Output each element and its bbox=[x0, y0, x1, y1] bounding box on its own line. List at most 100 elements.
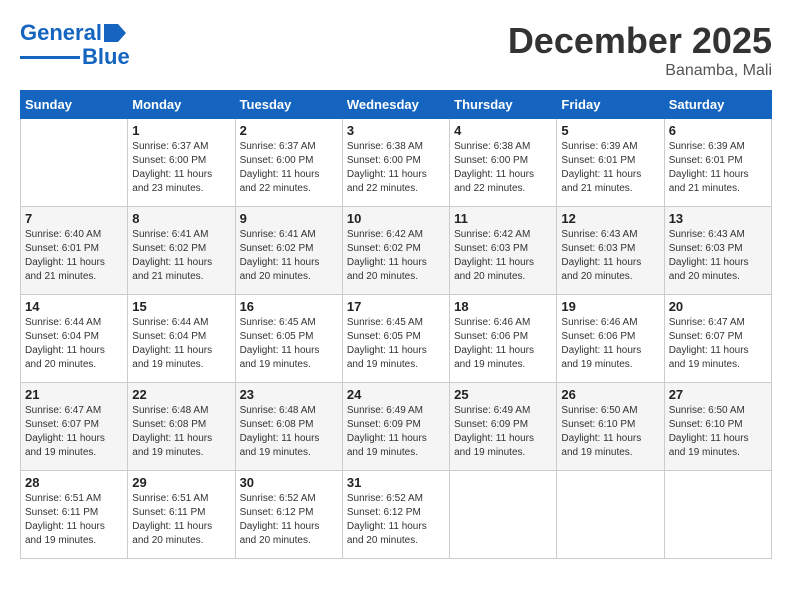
day-number: 14 bbox=[25, 299, 123, 314]
calendar-cell bbox=[557, 471, 664, 559]
calendar-cell: 26 Sunrise: 6:50 AMSunset: 6:10 PMDayligh… bbox=[557, 383, 664, 471]
calendar-cell: 24Sunrise: 6:49 AMSunset: 6:09 PMDayligh… bbox=[342, 383, 449, 471]
header-monday: Monday bbox=[128, 91, 235, 119]
day-number: 10 bbox=[347, 211, 445, 226]
day-number: 27 bbox=[669, 387, 767, 402]
day-number: 17 bbox=[347, 299, 445, 314]
calendar-week-row: 7Sunrise: 6:40 AMSunset: 6:01 PMDaylight… bbox=[21, 207, 772, 295]
day-number: 6 bbox=[669, 123, 767, 138]
calendar-header-row: Sunday Monday Tuesday Wednesday Thursday… bbox=[21, 91, 772, 119]
logo-bird-icon bbox=[104, 24, 126, 42]
calendar-table: Sunday Monday Tuesday Wednesday Thursday… bbox=[20, 90, 772, 559]
day-info: Sunrise: 6:52 AMSunset: 6:12 PMDaylight:… bbox=[240, 492, 338, 548]
day-info: Sunrise: 6:39 AMSunset: 6:01 PMDaylight:… bbox=[561, 140, 659, 196]
header-tuesday: Tuesday bbox=[235, 91, 342, 119]
day-number: 31 bbox=[347, 475, 445, 490]
logo-general: General bbox=[20, 20, 102, 45]
day-info: Sunrise: 6:51 AMSunset: 6:11 PMDaylight:… bbox=[25, 492, 123, 548]
calendar-cell: 25Sunrise: 6:49 AMSunset: 6:09 PMDayligh… bbox=[450, 383, 557, 471]
calendar-cell: 1 Sunrise: 6:37 AMSunset: 6:00 PMDaylight… bbox=[128, 119, 235, 207]
calendar-cell: 20Sunrise: 6:47 AMSunset: 6:07 PMDayligh… bbox=[664, 295, 771, 383]
day-number: 15 bbox=[132, 299, 230, 314]
header-thursday: Thursday bbox=[450, 91, 557, 119]
calendar-cell: 5Sunrise: 6:39 AMSunset: 6:01 PMDaylight… bbox=[557, 119, 664, 207]
calendar-week-row: 28 Sunrise: 6:51 AMSunset: 6:11 PMDayligh… bbox=[21, 471, 772, 559]
day-info: Sunrise: 6:45 AMSunset: 6:05 PMDaylight:… bbox=[347, 316, 445, 372]
calendar-cell bbox=[21, 119, 128, 207]
calendar-cell: 12Sunrise: 6:43 AMSunset: 6:03 PMDayligh… bbox=[557, 207, 664, 295]
day-number: 1 bbox=[132, 123, 230, 138]
day-info: Sunrise: 6:51 AMSunset: 6:11 PMDaylight:… bbox=[132, 492, 230, 548]
day-info: Sunrise: 6:48 AMSunset: 6:08 PMDaylight:… bbox=[240, 404, 338, 460]
day-info: Sunrise: 6:47 AMSunset: 6:07 PMDaylight:… bbox=[669, 316, 767, 372]
day-number: 13 bbox=[669, 211, 767, 226]
day-number: 11 bbox=[454, 211, 552, 226]
calendar-cell: 7Sunrise: 6:40 AMSunset: 6:01 PMDaylight… bbox=[21, 207, 128, 295]
calendar-cell: 17 Sunrise: 6:45 AMSunset: 6:05 PMDayligh… bbox=[342, 295, 449, 383]
calendar-cell: 30 Sunrise: 6:52 AMSunset: 6:12 PMDayligh… bbox=[235, 471, 342, 559]
title-block: December 2025 Banamba, Mali bbox=[508, 20, 772, 80]
calendar-cell bbox=[664, 471, 771, 559]
day-number: 22 bbox=[132, 387, 230, 402]
day-number: 28 bbox=[25, 475, 123, 490]
day-number: 18 bbox=[454, 299, 552, 314]
header-saturday: Saturday bbox=[664, 91, 771, 119]
day-number: 2 bbox=[240, 123, 338, 138]
day-info: Sunrise: 6:47 AMSunset: 6:07 PMDaylight:… bbox=[25, 404, 123, 460]
day-number: 4 bbox=[454, 123, 552, 138]
month-title: December 2025 bbox=[508, 20, 772, 62]
calendar-cell: 9 Sunrise: 6:41 AMSunset: 6:02 PMDaylight… bbox=[235, 207, 342, 295]
day-number: 7 bbox=[25, 211, 123, 226]
header-sunday: Sunday bbox=[21, 91, 128, 119]
header-friday: Friday bbox=[557, 91, 664, 119]
day-info: Sunrise: 6:42 AMSunset: 6:03 PMDaylight:… bbox=[454, 228, 552, 284]
calendar-cell: 8 Sunrise: 6:41 AMSunset: 6:02 PMDaylight… bbox=[128, 207, 235, 295]
day-number: 3 bbox=[347, 123, 445, 138]
calendar-cell: 29 Sunrise: 6:51 AMSunset: 6:11 PMDayligh… bbox=[128, 471, 235, 559]
day-info: Sunrise: 6:44 AMSunset: 6:04 PMDaylight:… bbox=[132, 316, 230, 372]
logo-blue: Blue bbox=[82, 44, 130, 70]
day-info: Sunrise: 6:37 AMSunset: 6:00 PMDaylight:… bbox=[240, 140, 338, 196]
day-info: Sunrise: 6:49 AMSunset: 6:09 PMDaylight:… bbox=[347, 404, 445, 460]
calendar-cell: 4Sunrise: 6:38 AMSunset: 6:00 PMDaylight… bbox=[450, 119, 557, 207]
day-number: 26 bbox=[561, 387, 659, 402]
calendar-cell: 19Sunrise: 6:46 AMSunset: 6:06 PMDayligh… bbox=[557, 295, 664, 383]
calendar-cell: 22 Sunrise: 6:48 AMSunset: 6:08 PMDayligh… bbox=[128, 383, 235, 471]
calendar-cell: 18 Sunrise: 6:46 AMSunset: 6:06 PMDayligh… bbox=[450, 295, 557, 383]
logo: General Blue bbox=[20, 20, 130, 70]
day-info: Sunrise: 6:48 AMSunset: 6:08 PMDaylight:… bbox=[132, 404, 230, 460]
calendar-cell: 31 Sunrise: 6:52 AMSunset: 6:12 PMDayligh… bbox=[342, 471, 449, 559]
calendar-cell: 28 Sunrise: 6:51 AMSunset: 6:11 PMDayligh… bbox=[21, 471, 128, 559]
day-number: 9 bbox=[240, 211, 338, 226]
day-info: Sunrise: 6:41 AMSunset: 6:02 PMDaylight:… bbox=[132, 228, 230, 284]
calendar-cell: 11 Sunrise: 6:42 AMSunset: 6:03 PMDayligh… bbox=[450, 207, 557, 295]
day-info: Sunrise: 6:50 AMSunset: 6:10 PMDaylight:… bbox=[561, 404, 659, 460]
calendar-cell: 16 Sunrise: 6:45 AMSunset: 6:05 PMDayligh… bbox=[235, 295, 342, 383]
calendar-cell: 10Sunrise: 6:42 AMSunset: 6:02 PMDayligh… bbox=[342, 207, 449, 295]
day-info: Sunrise: 6:45 AMSunset: 6:05 PMDaylight:… bbox=[240, 316, 338, 372]
calendar-cell: 23Sunrise: 6:48 AMSunset: 6:08 PMDayligh… bbox=[235, 383, 342, 471]
day-info: Sunrise: 6:52 AMSunset: 6:12 PMDaylight:… bbox=[347, 492, 445, 548]
day-info: Sunrise: 6:50 AMSunset: 6:10 PMDaylight:… bbox=[669, 404, 767, 460]
calendar-cell: 15 Sunrise: 6:44 AMSunset: 6:04 PMDayligh… bbox=[128, 295, 235, 383]
calendar-cell bbox=[450, 471, 557, 559]
page-header: General Blue December 2025 Banamba, Mali bbox=[20, 20, 772, 80]
calendar-cell: 6 Sunrise: 6:39 AMSunset: 6:01 PMDaylight… bbox=[664, 119, 771, 207]
calendar-cell: 21 Sunrise: 6:47 AMSunset: 6:07 PMDayligh… bbox=[21, 383, 128, 471]
day-number: 29 bbox=[132, 475, 230, 490]
day-number: 21 bbox=[25, 387, 123, 402]
day-info: Sunrise: 6:46 AMSunset: 6:06 PMDaylight:… bbox=[454, 316, 552, 372]
day-info: Sunrise: 6:39 AMSunset: 6:01 PMDaylight:… bbox=[669, 140, 767, 196]
location: Banamba, Mali bbox=[508, 62, 772, 80]
day-number: 30 bbox=[240, 475, 338, 490]
day-number: 12 bbox=[561, 211, 659, 226]
header-wednesday: Wednesday bbox=[342, 91, 449, 119]
calendar-week-row: 14 Sunrise: 6:44 AMSunset: 6:04 PMDayligh… bbox=[21, 295, 772, 383]
calendar-cell: 14Sunrise: 6:44 AMSunset: 6:04 PMDayligh… bbox=[21, 295, 128, 383]
calendar-cell: 3Sunrise: 6:38 AMSunset: 6:00 PMDaylight… bbox=[342, 119, 449, 207]
day-info: Sunrise: 6:37 AMSunset: 6:00 PMDaylight:… bbox=[132, 140, 230, 196]
day-number: 16 bbox=[240, 299, 338, 314]
calendar-week-row: 1 Sunrise: 6:37 AMSunset: 6:00 PMDaylight… bbox=[21, 119, 772, 207]
day-info: Sunrise: 6:41 AMSunset: 6:02 PMDaylight:… bbox=[240, 228, 338, 284]
day-number: 8 bbox=[132, 211, 230, 226]
